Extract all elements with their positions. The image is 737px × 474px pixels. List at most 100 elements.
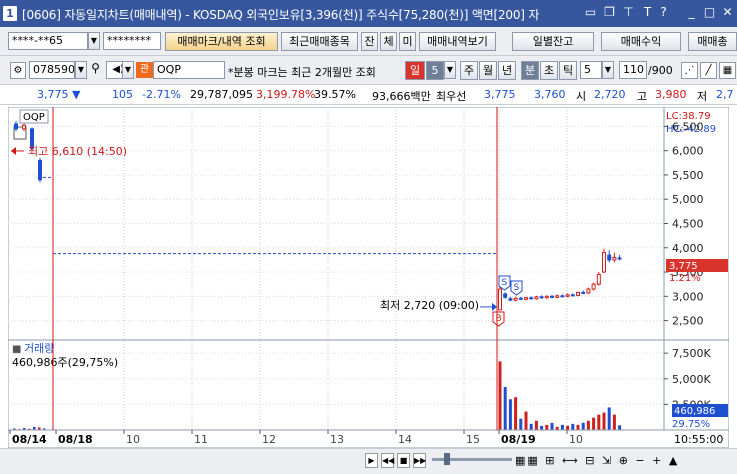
candle-body xyxy=(550,295,554,298)
trade-marker-label: B xyxy=(496,314,502,324)
period-second-button[interactable]: 초 xyxy=(540,61,558,80)
settings-icon[interactable]: ⚙ xyxy=(10,62,26,79)
account-toolbar: ****-**65 ▼ ******** 매매마크/내역 조회 최근매매종목 잔… xyxy=(0,27,737,56)
x-tick-label: 10 xyxy=(126,433,140,446)
volume-bar xyxy=(597,414,601,430)
trade-history-button[interactable]: 매매내역보기 xyxy=(419,32,496,51)
price-tick-label: 2,500 xyxy=(672,315,704,328)
price-tick-label: 5,000 xyxy=(672,193,704,206)
zoom-handle[interactable] xyxy=(444,453,450,465)
period-week-button[interactable]: 주 xyxy=(460,61,478,80)
chevron-down-icon[interactable]: ▼ xyxy=(122,61,134,79)
scroll-right-icon[interactable]: ▶▶ xyxy=(413,453,426,468)
current-price: 3,775 xyxy=(37,88,69,101)
close-icon[interactable]: ✕ xyxy=(721,6,734,19)
candle-body xyxy=(529,297,534,300)
tool-icons[interactable]: ▦▦ ⊞ ⟷ ⊟ ⇲ ⊕ − + ▲ xyxy=(515,454,679,467)
price-tick-label: 4,000 xyxy=(672,242,704,255)
daily-balance-button[interactable]: 일별잔고 xyxy=(512,32,594,51)
x-tick-label: 08/19 xyxy=(501,433,536,446)
symbol-toolbar: ⚙ 078590 ▼ ⚲ ◀) ▼ 관 OQP *분봉 마크는 최근 2개월만 … xyxy=(0,56,737,85)
best-quote-label: 최우선 xyxy=(436,90,467,103)
search-icon[interactable]: ⚲ xyxy=(88,61,103,79)
chart-frame xyxy=(8,107,729,448)
stock-name-field[interactable]: OQP xyxy=(153,61,225,79)
volume-bar xyxy=(498,361,502,430)
x-tick-label: 12 xyxy=(262,433,276,446)
maximize-icon[interactable]: □ xyxy=(703,6,716,19)
candle-body xyxy=(607,254,612,261)
candle-body xyxy=(513,297,518,301)
period-day-button[interactable]: 일 xyxy=(405,61,425,80)
volume-bar xyxy=(529,423,533,430)
text-icon[interactable]: T xyxy=(641,6,654,19)
x-tick-label: 10 xyxy=(569,433,583,446)
interval-field[interactable]: 5 xyxy=(580,61,602,79)
volume-ratio: 3,199.78% xyxy=(256,88,316,101)
chevron-down-icon[interactable]: ▼ xyxy=(444,61,456,79)
account-field[interactable]: ****-**65 xyxy=(8,32,88,50)
current-time: 10:55:00 xyxy=(674,433,723,446)
candle-body xyxy=(524,297,528,300)
x-tick-label: 08/18 xyxy=(58,433,93,446)
chevron-down-icon[interactable]: ▼ xyxy=(88,32,100,50)
unfilled-button[interactable]: 미 xyxy=(399,32,416,51)
volume-bar xyxy=(612,414,616,430)
candle-count-field[interactable]: 110 xyxy=(619,61,647,79)
trade-mark-button[interactable]: 매매마크/내역 조회 xyxy=(165,32,278,51)
trade-marker-label: S xyxy=(514,283,520,293)
volume-bar xyxy=(545,424,549,430)
price-volume-chart[interactable]: OQP LC:38.79 HC:-42.89 2,5003,0003,5004,… xyxy=(8,107,729,448)
recent-trades-button[interactable]: 최근매매종목 xyxy=(281,32,358,51)
minimize-icon[interactable]: _ xyxy=(685,6,698,19)
pin-icon[interactable]: ⊤ xyxy=(622,6,635,19)
minute-mark-notice: *분봉 마크는 최근 2개월만 조회 xyxy=(228,66,376,79)
x-tick-label: 13 xyxy=(330,433,344,446)
stop-icon[interactable]: ■ xyxy=(397,453,410,468)
volume-tick-label: 5,000K xyxy=(672,373,711,386)
candle-body xyxy=(22,124,26,130)
high-price: 3,980 xyxy=(655,88,687,101)
scroll-left-icon[interactable]: ◀◀ xyxy=(381,453,394,468)
indicator-icon[interactable]: ⋰ xyxy=(681,62,698,79)
balance-button[interactable]: 잔 xyxy=(361,32,378,51)
scroll-start-icon[interactable]: ▶ xyxy=(365,453,378,468)
price-change: 105 xyxy=(112,88,133,101)
volume-bar xyxy=(581,422,585,430)
volume-bar xyxy=(571,423,575,430)
chevron-down-icon[interactable]: ▼ xyxy=(602,61,614,79)
x-tick-label: 11 xyxy=(194,433,208,446)
filled-button[interactable]: 체 xyxy=(380,32,397,51)
current-volume-label: 460,986 xyxy=(674,406,715,417)
candle-body xyxy=(534,296,539,300)
candle-body xyxy=(560,295,565,298)
period-value-field[interactable]: 5 xyxy=(426,61,444,80)
table-icon[interactable]: ▦ xyxy=(719,62,736,79)
app-number-icon[interactable]: 1 xyxy=(3,6,17,21)
draw-tool-icon[interactable]: ╱ xyxy=(700,62,717,79)
high-annotation: 최고 6,610 (14:50) xyxy=(28,145,127,158)
copy-icon[interactable]: ❐ xyxy=(603,6,616,19)
high-label: 고 xyxy=(637,90,648,103)
trade-profit-button[interactable]: 매매수익 xyxy=(601,32,681,51)
password-field[interactable]: ******** xyxy=(103,32,161,50)
volume-bar xyxy=(534,420,538,430)
candle-body xyxy=(518,297,523,300)
turnover-rate: 39.57% xyxy=(314,88,356,101)
price-tick-label: 5,500 xyxy=(672,169,704,182)
stock-code-field[interactable]: 078590 xyxy=(29,61,75,79)
bid-price: 3,760 xyxy=(534,88,566,101)
period-minute-button[interactable]: 분 xyxy=(521,61,539,80)
chevron-down-icon[interactable]: ▼ xyxy=(75,61,87,79)
period-month-button[interactable]: 월 xyxy=(479,61,497,80)
chart-navigator: ▶ ◀◀ ■ ▶▶ ▦▦ ⊞ ⟷ ⊟ ⇲ ⊕ − + ▲ xyxy=(0,448,737,474)
help-icon[interactable]: ? xyxy=(657,6,670,19)
candle-body xyxy=(544,295,549,299)
volume-bar xyxy=(524,411,528,430)
volume-bar xyxy=(607,407,611,430)
period-tick-button[interactable]: 틱 xyxy=(559,61,577,80)
period-year-button[interactable]: 년 xyxy=(498,61,516,80)
trade-total-button[interactable]: 매매총 xyxy=(688,32,737,51)
window-icon[interactable]: ▭ xyxy=(584,6,597,19)
chart-title: OQP xyxy=(23,112,45,123)
